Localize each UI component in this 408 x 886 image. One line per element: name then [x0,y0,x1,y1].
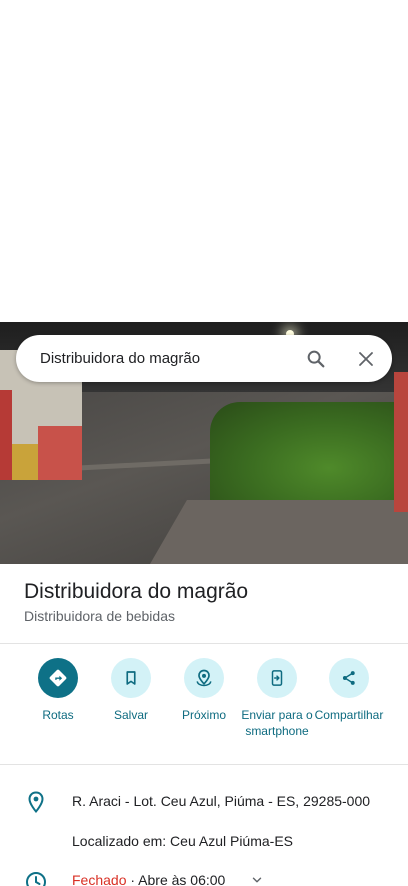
share-button[interactable]: Compartilhar [309,658,389,723]
search-icon[interactable] [302,345,330,373]
bookmark-icon [111,658,151,698]
photo-building-wall [38,426,82,480]
directions-label: Rotas [42,708,74,722]
directions-icon [38,658,78,698]
place-title: Distribuidora do magrão [24,580,249,603]
send-to-phone-icon [257,658,297,698]
location-pin-icon [24,790,48,819]
share-label: Compartilhar [314,708,384,722]
share-icon [329,658,369,698]
hours-text: Fechado · Abre às 06:00 [72,872,225,886]
search-bar[interactable]: Distribuidora do magrão [16,335,392,382]
place-category[interactable]: Distribuidora de bebidas [24,608,175,624]
save-button[interactable]: Salvar [91,658,171,723]
directions-button[interactable]: Rotas [18,658,98,723]
photo-building-red [0,390,12,480]
located-in-row[interactable]: Localizado em: Ceu Azul Piúma-ES [0,832,408,852]
map-area-blank [0,0,408,322]
address-row[interactable]: R. Araci - Lot. Ceu Azul, Piúma - ES, 29… [0,790,408,814]
divider [0,764,408,765]
photo-grass [210,402,408,512]
nearby-label: Próximo [181,708,226,722]
photo-building-yellow [12,444,38,480]
hours-next-open: · Abre às 06:00 [126,872,226,886]
located-in-text: Localizado em: Ceu Azul Piúma-ES [72,833,293,849]
photo-sidewalk [150,500,408,564]
close-icon[interactable] [352,345,380,373]
send-to-phone-label: Enviar para o smartphone [241,708,313,738]
nearby-icon [184,658,224,698]
save-label: Salvar [113,708,148,722]
hours-row[interactable]: Fechado · Abre às 06:00 [0,870,408,886]
chevron-down-icon[interactable] [250,873,264,886]
hours-status: Fechado [72,872,127,886]
photo-pole [394,372,408,512]
divider [0,643,408,644]
send-to-phone-button[interactable]: Enviar para o smartphone [237,658,317,739]
search-input[interactable]: Distribuidora do magrão [40,350,302,367]
nearby-button[interactable]: Próximo [164,658,244,723]
clock-icon [24,870,48,886]
address-text: R. Araci - Lot. Ceu Azul, Piúma - ES, 29… [72,793,371,809]
